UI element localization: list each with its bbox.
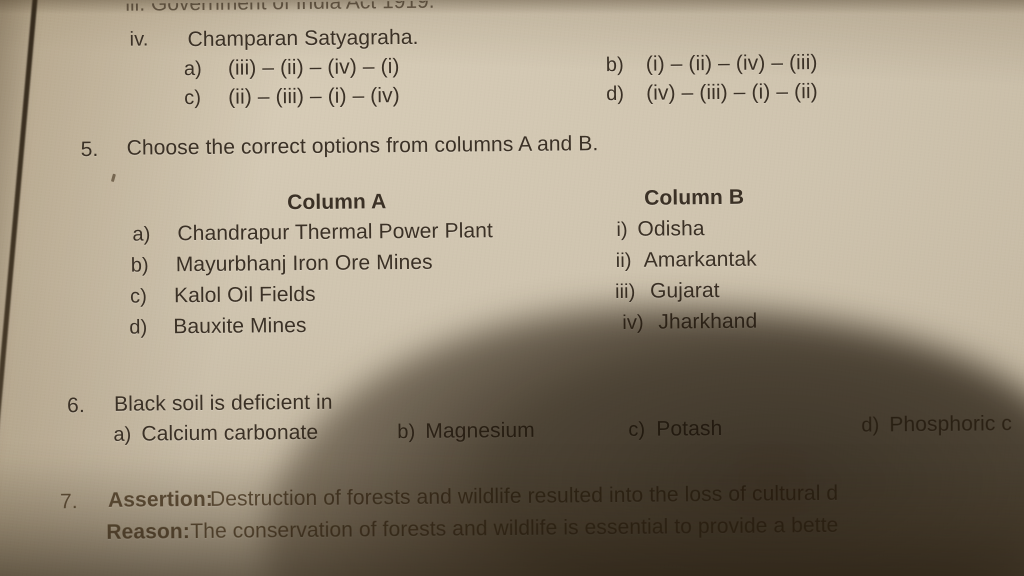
- q6-number: 6.: [66, 394, 85, 418]
- column-a-row-2-label[interactable]: b): [131, 254, 149, 276]
- column-a-row-3-label[interactable]: c): [130, 286, 147, 308]
- column-b-row-2-label[interactable]: ii): [616, 250, 632, 272]
- q7-number: 7.: [59, 490, 78, 514]
- column-a-row-3-text[interactable]: Kalol Oil Fields: [174, 283, 316, 307]
- column-a-row-1-label[interactable]: a): [132, 223, 150, 245]
- q4-option-b-label[interactable]: b): [606, 54, 624, 76]
- textbook-page-photo: iii. Government of India Act 1919. iv. C…: [0, 0, 1024, 576]
- q5-number: 5.: [80, 137, 99, 162]
- column-b-row-2-text[interactable]: Amarkantak: [644, 248, 757, 272]
- column-b-row-3-text[interactable]: Gujarat: [650, 279, 720, 303]
- clipped-top-line: iii. Government of India Act 1919.: [125, 0, 435, 16]
- q4-subitem-text: Champaran Satyagraha.: [187, 25, 419, 52]
- q6-text: Black soil is deficient in: [113, 390, 333, 416]
- q7-assertion-text: Destruction of forests and wildlife resu…: [209, 481, 839, 511]
- page-content: iii. Government of India Act 1919. iv. C…: [0, 0, 1024, 576]
- q6-option-d-text[interactable]: Phosphoric c: [889, 412, 1012, 436]
- q6-option-b-text[interactable]: Magnesium: [425, 419, 535, 443]
- column-a-row-4-label[interactable]: d): [129, 317, 147, 339]
- q6-option-c-text[interactable]: Potash: [656, 417, 722, 441]
- column-b-row-4-label[interactable]: iv): [622, 312, 644, 334]
- q6-option-a-label[interactable]: a): [113, 424, 131, 446]
- q7-reason-label: Reason:: [106, 520, 190, 544]
- column-a-row-4-text[interactable]: Bauxite Mines: [173, 314, 306, 338]
- q4-option-a-label[interactable]: a): [184, 58, 202, 80]
- column-a-row-1-text[interactable]: Chandrapur Thermal Power Plant: [177, 219, 493, 245]
- q4-option-c-label[interactable]: c): [184, 87, 201, 109]
- column-b-row-1-text[interactable]: Odisha: [637, 217, 704, 241]
- q4-option-d-text[interactable]: (iv) – (iii) – (i) – (ii): [646, 80, 818, 105]
- q4-subitem-label: iv.: [129, 28, 149, 51]
- q4-option-b-text[interactable]: (i) – (ii) – (iv) – (iii): [646, 51, 818, 76]
- stray-pen-mark: [110, 173, 116, 183]
- column-b-row-1-label[interactable]: i): [616, 219, 628, 241]
- q7-reason-text: The conservation of forests and wildlife…: [190, 513, 839, 544]
- q6-option-d-label[interactable]: d): [861, 414, 879, 436]
- q6-option-a-text[interactable]: Calcium carbonate: [141, 421, 318, 446]
- column-b-row-3-label[interactable]: iii): [615, 281, 636, 303]
- column-a-row-2-text[interactable]: Mayurbhanj Iron Ore Mines: [176, 251, 433, 276]
- column-b-heading: Column B: [644, 185, 745, 210]
- q6-option-b-label[interactable]: b): [397, 421, 415, 443]
- q4-option-d-label[interactable]: d): [606, 83, 624, 105]
- q5-text: Choose the correct options from columns …: [126, 132, 599, 160]
- q6-option-c-label[interactable]: c): [628, 419, 645, 441]
- q4-option-c-text[interactable]: (ii) – (iii) – (i) – (iv): [228, 84, 400, 109]
- q7-assertion-label: Assertion:: [107, 487, 213, 512]
- column-b-row-4-text[interactable]: Jharkhand: [658, 310, 757, 334]
- column-a-heading: Column A: [287, 190, 387, 215]
- q4-option-a-text[interactable]: (iii) – (ii) – (iv) – (i): [228, 55, 400, 80]
